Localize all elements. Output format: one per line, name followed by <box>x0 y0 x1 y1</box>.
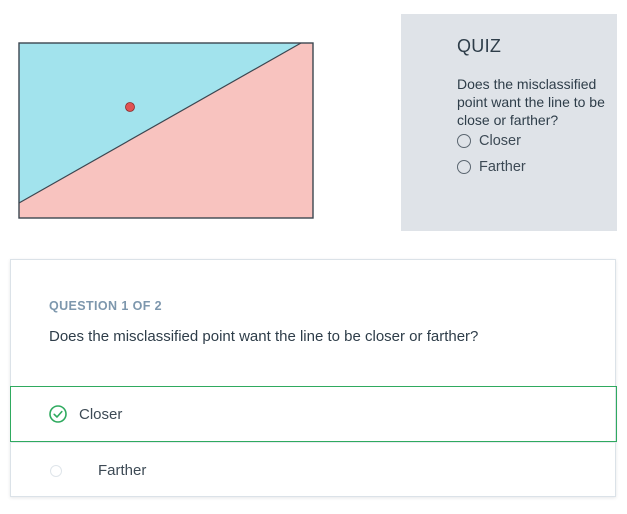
quiz-option-label: Farther <box>479 159 526 175</box>
question-text: Does the misclassified point want the li… <box>49 328 479 345</box>
answer-option-closer[interactable]: Closer <box>10 386 617 442</box>
quiz-option-closer[interactable]: Closer <box>457 133 521 149</box>
radio-icon[interactable] <box>457 160 471 174</box>
radio-icon[interactable] <box>457 134 471 148</box>
question-card: QUESTION 1 OF 2 Does the misclassified p… <box>10 259 617 498</box>
quiz-panel: QUIZ Does the misclassified point want t… <box>401 14 617 231</box>
quiz-title: QUIZ <box>457 36 502 56</box>
question-counter: QUESTION 1 OF 2 <box>49 299 162 313</box>
check-circle-icon <box>49 405 67 423</box>
answer-label: Farther <box>98 462 147 479</box>
quiz-option-farther[interactable]: Farther <box>457 159 526 175</box>
radio-icon[interactable] <box>50 464 62 477</box>
classification-diagram <box>18 42 314 219</box>
answer-label: Closer <box>79 405 123 423</box>
quiz-option-label: Closer <box>479 133 521 149</box>
misclassified-point <box>125 102 135 112</box>
quiz-question: Does the misclassified point want the li… <box>457 76 605 128</box>
classification-illustration <box>18 42 314 220</box>
answer-option-farther[interactable]: Farther <box>10 442 617 498</box>
